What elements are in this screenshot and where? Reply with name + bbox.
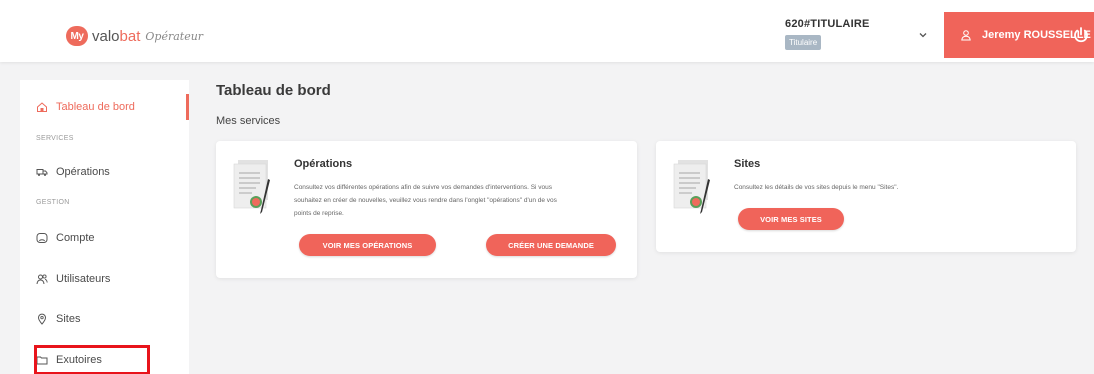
logo-badge: My (66, 26, 88, 46)
create-request-button[interactable]: CRÉER UNE DEMANDE (486, 234, 616, 256)
page-title: Tableau de bord (216, 82, 331, 99)
account-icon (36, 233, 48, 243)
truck-icon (36, 169, 48, 176)
card-description: Consultez les détails de vos sites depui… (734, 184, 899, 191)
sidebar-item-operations[interactable]: Opérations (20, 161, 189, 183)
logo-name-prefix: valo (92, 27, 120, 45)
chevron-down-icon[interactable] (918, 30, 928, 40)
service-card-operations: Opérations Consultez vos différentes opé… (216, 141, 637, 278)
document-icon (673, 160, 710, 214)
highlight-annotation-box (34, 345, 150, 374)
organization-selector[interactable]: 620#TITULAIRE Titulaire (785, 18, 870, 50)
app-logo[interactable]: My valobat Opérateur (66, 25, 203, 47)
sidebar-item-label: Sites (56, 313, 81, 325)
sidebar-item-label: Tableau de bord (56, 101, 135, 113)
section-label-gestion: GESTION (36, 199, 70, 206)
logo-subtitle: Opérateur (145, 29, 204, 43)
home-icon (37, 102, 47, 112)
user-menu-button[interactable]: Jeremy ROUSSELLE (944, 12, 1094, 58)
card-title: Opérations (294, 158, 353, 170)
sidebar-item-label: Opérations (56, 166, 110, 178)
sidebar-item-label: Utilisateurs (56, 273, 111, 285)
sidebar-item-dashboard[interactable]: Tableau de bord (20, 96, 189, 118)
logo-name-accent: bat (119, 27, 141, 45)
section-label-services: SERVICES (36, 135, 74, 142)
user-icon (961, 30, 971, 41)
view-sites-button[interactable]: VOIR MES SITES (738, 208, 844, 230)
power-icon[interactable] (1072, 26, 1090, 44)
sidebar: Tableau de bord SERVICES Opérations GEST… (20, 80, 189, 374)
top-header: My valobat Opérateur 620#TITULAIRE Titul… (0, 0, 1094, 62)
users-icon (36, 274, 48, 285)
sidebar-item-label: Compte (56, 232, 95, 244)
card-title: Sites (734, 158, 761, 170)
view-operations-button[interactable]: VOIR MES OPÉRATIONS (299, 234, 436, 256)
organization-role-badge: Titulaire (785, 35, 822, 50)
service-card-sites: Sites Consultez les détails de vos sites… (656, 141, 1076, 252)
location-pin-icon (37, 313, 47, 325)
sidebar-item-sites[interactable]: Sites (20, 308, 189, 330)
sidebar-item-account[interactable]: Compte (20, 227, 189, 249)
section-title: Mes services (216, 115, 281, 127)
document-icon (233, 160, 270, 214)
sidebar-item-users[interactable]: Utilisateurs (20, 268, 189, 290)
card-description: Consultez vos différentes opérations afi… (294, 184, 557, 217)
organization-code: 620#TITULAIRE (785, 18, 870, 30)
